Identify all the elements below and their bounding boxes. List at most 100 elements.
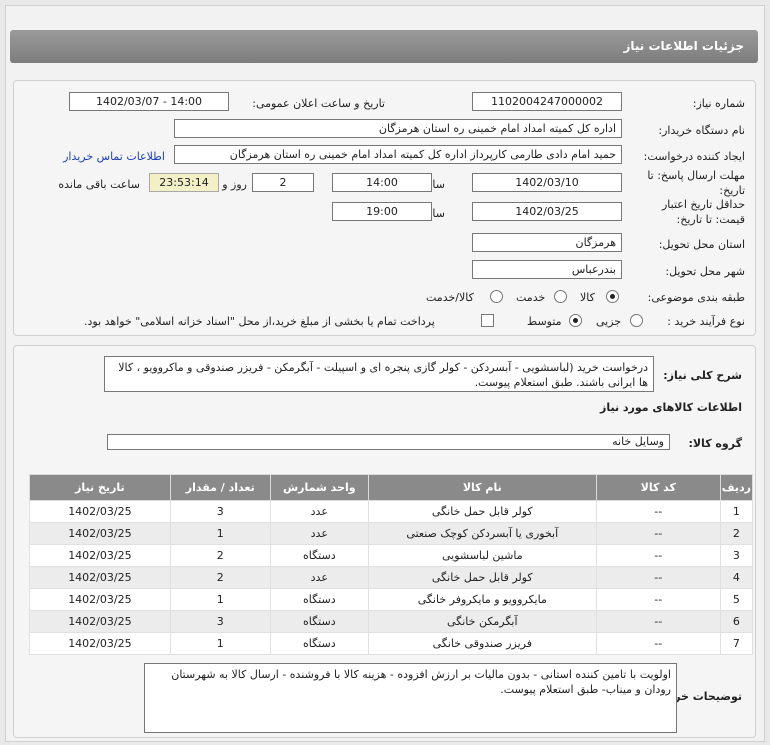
item-code: --	[595, 500, 721, 523]
item-name: ماشین لباسشویی	[367, 544, 597, 567]
table-row: 2 -- آبخوری یا آبسردکن کوچک صنعتی عدد 1 1402/…	[29, 522, 754, 545]
row-number: 2	[719, 522, 754, 545]
item-date: 1402/03/25	[29, 500, 171, 523]
days-label: روز و	[222, 178, 247, 191]
remaining-label: ساعت باقی مانده	[58, 178, 140, 191]
province-field[interactable]: هرمزگان	[472, 233, 622, 252]
col-code: کد کالا	[595, 474, 721, 501]
row-number: 1	[719, 500, 754, 523]
city-field[interactable]: بندرعباس	[472, 260, 622, 279]
process-radio-minor[interactable]	[630, 314, 643, 327]
treasury-payment-checkbox[interactable]	[481, 314, 494, 327]
item-code: --	[595, 588, 721, 611]
days-field[interactable]: 2	[252, 173, 314, 192]
table-row: 3 -- ماشین لباسشویی دستگاه 2 1402/03/25	[29, 544, 754, 567]
item-name: فریزر صندوقی خانگی	[367, 632, 597, 655]
requester-field[interactable]: حمید امام دادی طارمی کارپرداز اداره کل ک…	[174, 145, 622, 164]
item-name: آبخوری یا آبسردکن کوچک صنعتی	[367, 522, 597, 545]
table-row: 5 -- مایکروویو و مایکروفر خانگی دستگاه 1 1402…	[29, 588, 754, 611]
treasury-payment-note: پرداخت تمام یا بخشی از مبلغ خرید،از محل …	[84, 315, 435, 328]
row-number: 5	[719, 588, 754, 611]
announce-field[interactable]: 1402/03/07 - 14:00	[69, 92, 229, 111]
page-title: جزئیات اطلاعات نیاز	[10, 30, 758, 63]
item-date: 1402/03/25	[29, 610, 171, 633]
table-row: 6 -- آبگرمکن خانگی دستگاه 3 1402/03/25	[29, 610, 754, 633]
process-radio-medium[interactable]	[569, 314, 582, 327]
row-number: 6	[719, 610, 754, 633]
item-unit: دستگاه	[269, 588, 369, 611]
item-qty: 2	[169, 566, 271, 589]
item-unit: دستگاه	[269, 632, 369, 655]
item-date: 1402/03/25	[29, 566, 171, 589]
col-unit: واحد شمارش	[269, 474, 369, 501]
buyer-notes-text: اولویت با تامین کننده استانی - بدون مالی…	[144, 663, 677, 733]
item-code: --	[595, 632, 721, 655]
summary-text: درخواست خرید (لباسشویی - آبسردکن - کولر …	[104, 356, 654, 392]
col-row: ردیف	[719, 474, 754, 501]
item-name: کولر قابل حمل خانگی	[367, 566, 597, 589]
item-code: --	[595, 544, 721, 567]
deadline-date-field[interactable]: 1402/03/10	[472, 173, 622, 192]
item-code: --	[595, 522, 721, 545]
need-number-field[interactable]: 1102004247000002	[472, 92, 622, 111]
item-unit: عدد	[269, 522, 369, 545]
validity-label: حداقل تاریخ اعتبار قیمت: تا تاریخ:	[661, 198, 745, 226]
remaining-time-field: 23:53:14	[149, 173, 219, 192]
need-number-label: شماره نیاز:	[692, 97, 745, 110]
category-radio-both[interactable]	[490, 290, 503, 303]
validity-time-field[interactable]: 19:00	[332, 202, 432, 221]
process-option-minor: جزیی	[596, 315, 622, 328]
item-name: مایکروویو و مایکروفر خانگی	[367, 588, 597, 611]
buyer-org-field[interactable]: اداره کل کمیته امداد امام خمینی ره استان…	[174, 119, 622, 138]
table-row: 7 -- فریزر صندوقی خانگی دستگاه 1 1402/03/25	[29, 632, 754, 655]
requester-label: ایجاد کننده درخواست:	[643, 150, 745, 163]
buyer-org-label: نام دستگاه خریدار:	[658, 124, 745, 137]
item-unit: عدد	[269, 500, 369, 523]
table-row: 4 -- کولر قابل حمل خانگی عدد 2 1402/03/25	[29, 566, 754, 589]
item-date: 1402/03/25	[29, 522, 171, 545]
category-option-service: خدمت	[516, 291, 546, 304]
province-label: استان محل تحویل:	[658, 238, 745, 251]
item-date: 1402/03/25	[29, 632, 171, 655]
item-code: --	[595, 566, 721, 589]
item-qty: 1	[169, 522, 271, 545]
goods-table-header: ردیف کد کالا نام کالا واحد شمارش تعداد /…	[29, 474, 754, 501]
goods-info-title: اطلاعات کالاهای مورد نیاز	[600, 401, 742, 414]
goods-table: ردیف کد کالا نام کالا واحد شمارش تعداد /…	[29, 474, 754, 655]
row-number: 3	[719, 544, 754, 567]
row-number: 4	[719, 566, 754, 589]
city-label: شهر محل تحویل:	[665, 265, 745, 278]
deadline-time-field[interactable]: 14:00	[332, 173, 432, 192]
deadline-label: مهلت ارسال پاسخ: تا تاریخ:	[647, 169, 745, 197]
item-unit: دستگاه	[269, 544, 369, 567]
goods-panel: شرح کلی نیاز: درخواست خرید (لباسشویی - آ…	[13, 345, 756, 738]
category-option-both: کالا/خدمت	[426, 291, 474, 304]
goods-group-field[interactable]: وسایل خانه	[107, 434, 670, 450]
category-label: طبقه بندی موضوعی:	[647, 291, 745, 304]
item-name: آبگرمکن خانگی	[367, 610, 597, 633]
summary-label: شرح کلی نیاز:	[663, 369, 742, 382]
item-date: 1402/03/25	[29, 544, 171, 567]
col-date: تاریخ نیاز	[29, 474, 171, 501]
category-radio-service[interactable]	[554, 290, 567, 303]
item-qty: 1	[169, 588, 271, 611]
item-unit: دستگاه	[269, 610, 369, 633]
announce-label: تاریخ و ساعت اعلان عمومی:	[252, 97, 385, 110]
category-radio-goods[interactable]	[606, 290, 619, 303]
buyer-contact-link[interactable]: اطلاعات تماس خریدار	[63, 150, 165, 163]
item-qty: 3	[169, 500, 271, 523]
validity-date-field[interactable]: 1402/03/25	[472, 202, 622, 221]
item-date: 1402/03/25	[29, 588, 171, 611]
item-name: کولر قابل حمل خانگی	[367, 500, 597, 523]
table-row: 1 -- کولر قابل حمل خانگی عدد 3 1402/03/25	[29, 500, 754, 523]
item-qty: 1	[169, 632, 271, 655]
row-number: 7	[719, 632, 754, 655]
process-label: نوع فرآیند خرید :	[667, 315, 745, 328]
category-option-goods: کالا	[580, 291, 595, 304]
col-qty: تعداد / مقدار	[169, 474, 271, 501]
item-qty: 2	[169, 544, 271, 567]
item-qty: 3	[169, 610, 271, 633]
item-code: --	[595, 610, 721, 633]
item-unit: عدد	[269, 566, 369, 589]
col-name: نام کالا	[367, 474, 597, 501]
